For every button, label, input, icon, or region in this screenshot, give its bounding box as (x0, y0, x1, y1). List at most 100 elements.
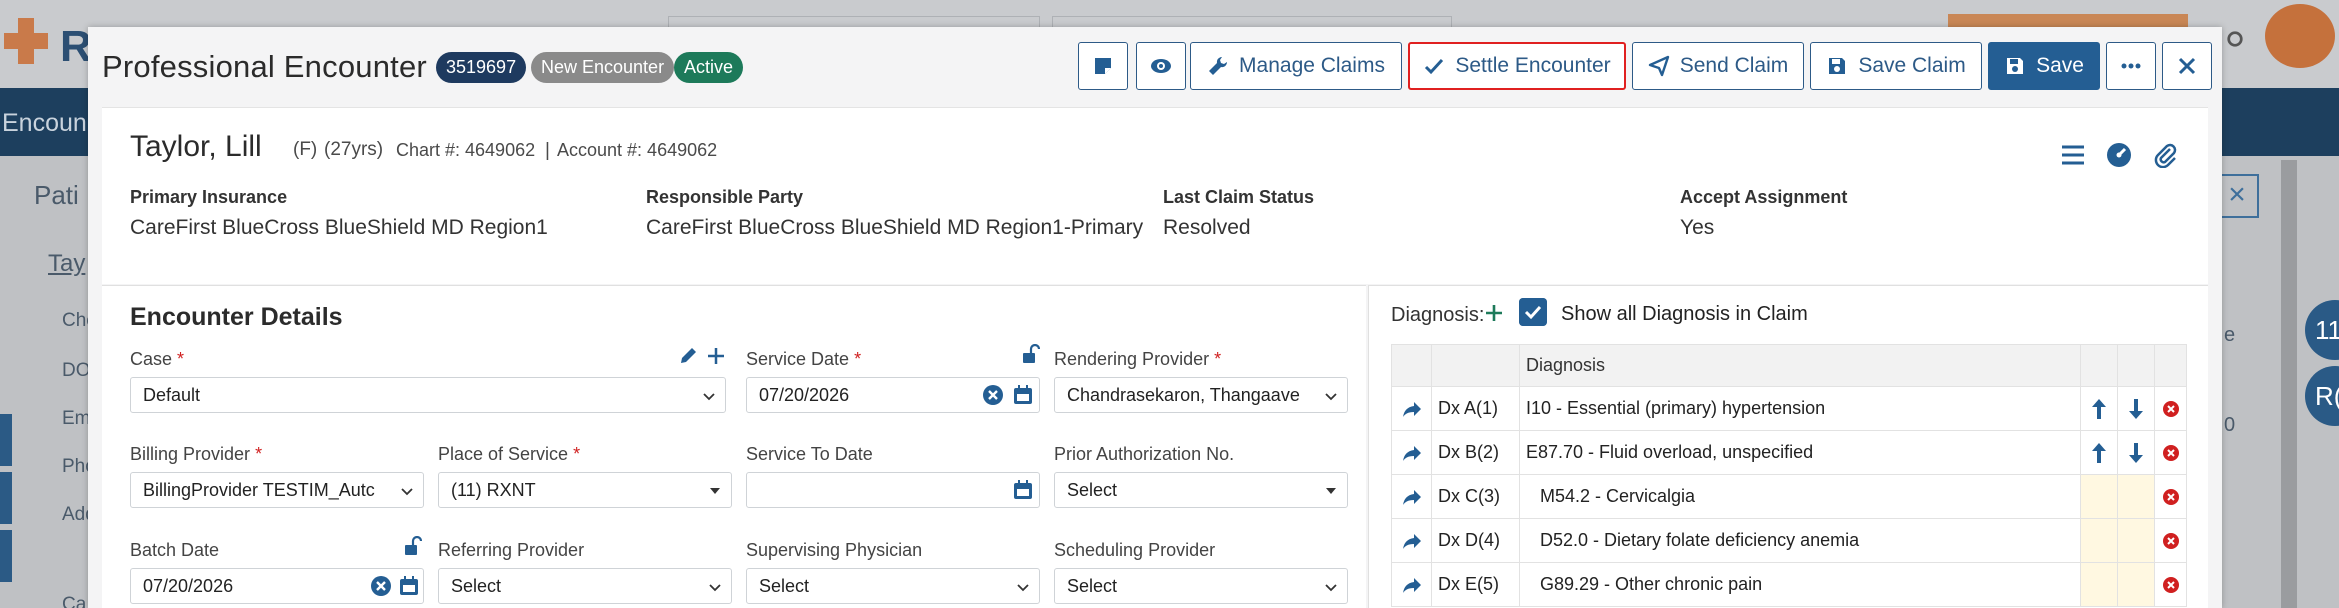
table-row[interactable]: Dx E(5) G89.29 - Other chronic pain (1391, 562, 2187, 607)
batch-date-value: 07/20/2026 (143, 576, 234, 596)
bg-scrollbar[interactable] (2281, 160, 2297, 608)
table-row[interactable]: Dx A(1) I10 - Essential (primary) hypert… (1391, 386, 2187, 431)
arrow-down-icon[interactable] (2124, 397, 2148, 421)
account-number: Account #: 4649062 (557, 140, 718, 160)
bg-label: Em (62, 408, 91, 429)
gear-icon[interactable] (2226, 30, 2244, 48)
empty-cell (2117, 562, 2155, 607)
bg-label: DO (62, 360, 91, 381)
dx-description: I10 - Essential (primary) hypertension (1519, 386, 2081, 431)
scheduling-provider-select[interactable]: Select (1054, 568, 1348, 604)
header-cell (2154, 344, 2187, 387)
modal-header: Professional Encounter 3519697 New Encou… (88, 27, 2222, 107)
floppy-disk-icon (1829, 58, 1846, 74)
dx-description: D52.0 - Dietary folate deficiency anemia (1519, 518, 2081, 563)
remove-icon[interactable] (2162, 488, 2180, 506)
paperclip-icon[interactable] (2152, 142, 2178, 168)
preview-button[interactable] (1136, 42, 1186, 90)
service-to-date-input[interactable] (746, 472, 1040, 508)
empty-cell (2117, 474, 2155, 519)
eye-icon (1151, 59, 1171, 73)
remove-icon[interactable] (2162, 576, 2180, 594)
list-icon[interactable] (2060, 142, 2086, 168)
pencil-icon[interactable] (678, 346, 698, 366)
place-of-service-select[interactable]: (11) RXNT (438, 472, 732, 508)
header-cell (1431, 344, 1520, 387)
bg-side-tab[interactable] (0, 414, 12, 466)
responsible-party-label: Responsible Party (646, 187, 804, 207)
last-claim-status-value: Resolved (1163, 216, 1251, 239)
bg-col-label: 0 (2224, 414, 2236, 436)
rendering-provider-select[interactable]: Chandrasekaron, Thangaave (1054, 377, 1348, 413)
service-date-value: 07/20/2026 (759, 385, 850, 405)
billing-provider-select[interactable]: BillingProvider TESTIM_Autc (130, 472, 424, 508)
referring-provider-select[interactable]: Select (438, 568, 732, 604)
user-avatar[interactable] (2265, 4, 2335, 68)
clear-icon[interactable] (370, 575, 392, 597)
share-arrow-icon[interactable] (1400, 529, 1424, 553)
note-button[interactable] (1078, 42, 1128, 90)
show-all-diagnosis-checkbox[interactable] (1519, 298, 1547, 326)
accept-assignment-value: Yes (1680, 216, 1715, 239)
save-button[interactable]: Save (1988, 42, 2100, 90)
table-row[interactable]: Dx D(4) D52.0 - Dietary folate deficienc… (1391, 518, 2187, 563)
close-button[interactable] (2162, 42, 2212, 90)
check-icon (1425, 58, 1444, 75)
calendar-icon[interactable] (1012, 479, 1034, 501)
add-diagnosis-icon[interactable] (1483, 302, 1505, 324)
prior-authorization-select[interactable]: Select (1054, 472, 1348, 508)
manage-claims-button[interactable]: Manage Claims (1190, 42, 1402, 90)
share-arrow-icon[interactable] (1400, 485, 1424, 509)
save-claim-button[interactable]: Save Claim (1810, 42, 1982, 90)
remove-icon[interactable] (2162, 444, 2180, 462)
calendar-icon[interactable] (1012, 384, 1034, 406)
clear-icon[interactable] (982, 384, 1004, 406)
app-logo-text: R (60, 22, 92, 71)
place-of-service-label: Place of Service * (438, 444, 581, 464)
supervising-physician-select[interactable]: Select (746, 568, 1040, 604)
accept-assignment-label: Accept Assignment (1680, 187, 1848, 207)
remove-icon[interactable] (2162, 532, 2180, 550)
bg-circle-badge[interactable]: 11 (2305, 300, 2339, 360)
paper-plane-icon (1648, 55, 1669, 77)
calendar-icon[interactable] (398, 575, 420, 597)
diagnosis-column-header: Diagnosis (1519, 344, 2081, 387)
send-claim-label: Send Claim (1679, 54, 1789, 77)
case-select[interactable]: Default (130, 377, 726, 413)
dx-code: Dx D(4) (1431, 518, 1520, 563)
modal-title: Professional Encounter (102, 49, 427, 84)
bg-side-tab[interactable] (0, 530, 12, 582)
arrow-up-icon[interactable] (2087, 441, 2111, 465)
diagnosis-table: Diagnosis Dx A(1) I10 - Essential (prima… (1391, 344, 2187, 607)
nav-item-encounters[interactable]: Encoun (2, 109, 87, 138)
dx-description: E87.70 - Fluid overload, unspecified (1519, 430, 2081, 475)
arrow-down-icon[interactable] (2124, 441, 2148, 465)
unlock-icon[interactable] (402, 536, 422, 556)
place-of-service-value: (11) RXNT (451, 480, 536, 500)
share-arrow-icon[interactable] (1400, 397, 1424, 421)
share-arrow-icon[interactable] (1400, 573, 1424, 597)
patient-age: (27yrs) (324, 139, 384, 160)
more-button[interactable] (2106, 42, 2156, 90)
bg-patient-link[interactable]: Tay (48, 250, 85, 278)
plus-icon[interactable] (706, 346, 726, 366)
settle-encounter-button[interactable]: Settle Encounter (1408, 42, 1626, 90)
table-row[interactable]: Dx B(2) E87.70 - Fluid overload, unspeci… (1391, 430, 2187, 475)
remove-icon[interactable] (2162, 400, 2180, 418)
share-arrow-icon[interactable] (1400, 441, 1424, 465)
arrow-up-icon[interactable] (2087, 397, 2111, 421)
chevron-down-icon (401, 485, 413, 497)
patient-info-panel: Taylor, Lill (F) (27yrs) Chart #: 464906… (102, 107, 2208, 284)
referring-provider-label: Referring Provider (438, 540, 585, 560)
bg-side-tab[interactable] (0, 472, 12, 524)
dashboard-icon[interactable] (2106, 142, 2132, 168)
responsible-party-value: CareFirst BlueCross BlueShield MD Region… (646, 216, 1144, 239)
professional-encounter-modal: Professional Encounter 3519697 New Encou… (88, 27, 2222, 608)
send-claim-button[interactable]: Send Claim (1632, 42, 1804, 90)
show-all-diagnosis-label: Show all Diagnosis in Claim (1561, 303, 1808, 325)
table-row[interactable]: Dx C(3) M54.2 - Cervicalgia (1391, 474, 2187, 519)
unlock-icon[interactable] (1020, 344, 1040, 364)
empty-cell (2117, 518, 2155, 563)
bg-circle-badge[interactable]: R( (2305, 366, 2339, 426)
sticky-note-icon (1095, 58, 1111, 74)
